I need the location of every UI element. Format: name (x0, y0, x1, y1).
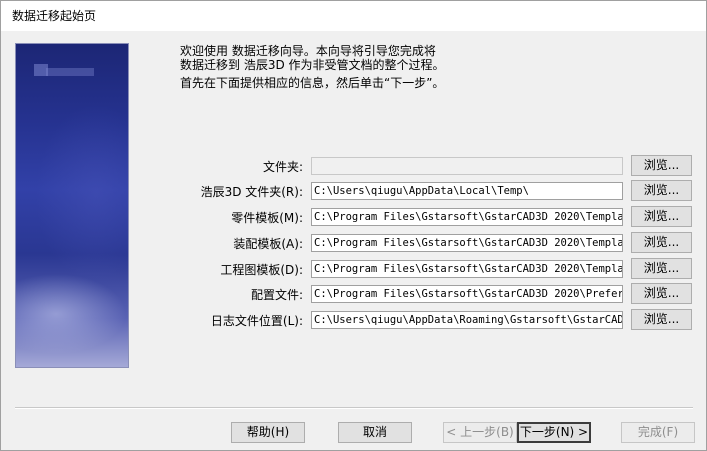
log-location-field[interactable]: C:\Users\qiugu\AppData\Roaming\Gstarsoft… (311, 311, 623, 329)
cancel-button[interactable]: 取消 (338, 422, 412, 443)
config-file-field[interactable]: C:\Program Files\Gstarsoft\GstarCAD3D 20… (311, 285, 623, 303)
help-button[interactable]: 帮助(H) (231, 422, 305, 443)
banner-blur-mark (46, 68, 94, 76)
log-location-row: 日志文件位置(L): C:\Users\qiugu\AppData\Roamin… (1, 309, 706, 331)
config-file-browse-button[interactable]: 浏览... (631, 283, 692, 304)
gstar3d-folder-label: 浩辰3D 文件夹(R): (200, 185, 303, 199)
assembly-template-label: 装配模板(A): (233, 237, 303, 251)
log-location-label: 日志文件位置(L): (210, 314, 303, 328)
wizard-dialog: 数据迁移起始页 欢迎使用 数据迁移向导。本向导将引导您完成将 数据迁移到 浩辰3… (0, 0, 707, 451)
folder-field (311, 157, 623, 175)
folder-label: 文件夹: (262, 160, 303, 174)
part-template-browse-button[interactable]: 浏览... (631, 206, 692, 227)
title-bar[interactable]: 数据迁移起始页 (1, 1, 706, 31)
drawing-template-field[interactable]: C:\Program Files\Gstarsoft\GstarCAD3D 20… (311, 260, 623, 278)
gstar3d-folder-browse-button[interactable]: 浏览... (631, 180, 692, 201)
next-button[interactable]: 下一步(N) > (517, 422, 591, 443)
folder-browse-button[interactable]: 浏览... (631, 155, 692, 176)
assembly-template-field[interactable]: C:\Program Files\Gstarsoft\GstarCAD3D 20… (311, 234, 623, 252)
part-template-field[interactable]: C:\Program Files\Gstarsoft\GstarCAD3D 20… (311, 208, 623, 226)
config-file-label: 配置文件: (250, 288, 303, 302)
gstar3d-folder-row: 浩辰3D 文件夹(R): C:\Users\qiugu\AppData\Loca… (1, 180, 706, 202)
intro-line-1: 欢迎使用 数据迁移向导。本向导将引导您完成将 (180, 44, 436, 58)
intro-line-3: 首先在下面提供相应的信息，然后单击“下一步”。 (180, 76, 445, 90)
drawing-template-row: 工程图模板(D): C:\Program Files\Gstarsoft\Gst… (1, 258, 706, 280)
finish-button[interactable]: 完成(F) (621, 422, 695, 443)
folder-row: 文件夹: 浏览... (1, 155, 706, 177)
drawing-template-label: 工程图模板(D): (220, 263, 303, 277)
drawing-template-browse-button[interactable]: 浏览... (631, 258, 692, 279)
footer-divider (15, 407, 693, 409)
gstar3d-folder-field[interactable]: C:\Users\qiugu\AppData\Local\Temp\ (311, 182, 623, 200)
log-location-browse-button[interactable]: 浏览... (631, 309, 692, 330)
part-template-row: 零件模板(M): C:\Program Files\Gstarsoft\Gsta… (1, 206, 706, 228)
assembly-template-row: 装配模板(A): C:\Program Files\Gstarsoft\Gsta… (1, 232, 706, 254)
assembly-template-browse-button[interactable]: 浏览... (631, 232, 692, 253)
part-template-label: 零件模板(M): (231, 211, 303, 225)
back-button[interactable]: < 上一步(B) (443, 422, 517, 443)
dialog-title: 数据迁移起始页 (12, 9, 97, 23)
intro-text: 欢迎使用 数据迁移向导。本向导将引导您完成将 数据迁移到 浩辰3D 作为非受管文… (180, 44, 445, 90)
config-file-row: 配置文件: C:\Program Files\Gstarsoft\GstarCA… (1, 283, 706, 305)
intro-line-2: 数据迁移到 浩辰3D 作为非受管文档的整个过程。 (180, 58, 445, 72)
